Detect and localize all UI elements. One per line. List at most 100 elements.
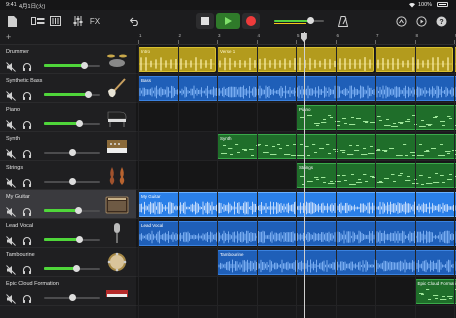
loop-browser-icon[interactable]: [394, 14, 408, 28]
garageband-window: 9:41 4月1日(火) 100% FX ? + Drummer Synthet…: [0, 0, 456, 318]
region-my-guitar[interactable]: My Guitar: [138, 192, 456, 217]
track-volume-slider[interactable]: [44, 91, 100, 98]
region-label: Epic Cloud Formation: [417, 281, 456, 286]
region-lead-vocal[interactable]: Lead Vocal: [138, 221, 456, 246]
track-volume-slider[interactable]: [44, 120, 100, 127]
track-header-my-guitar[interactable]: My Guitar: [0, 190, 136, 219]
song-settings-icon[interactable]: [414, 14, 428, 28]
track-volume-slider[interactable]: [44, 236, 100, 243]
bar-grid-line: [177, 44, 179, 318]
track-name: Synth: [6, 136, 21, 142]
mute-icon[interactable]: [6, 88, 16, 101]
mute-icon[interactable]: [6, 146, 16, 159]
mixer-icon[interactable]: [48, 14, 62, 28]
record-button[interactable]: [242, 13, 260, 29]
region-label: Verse 1: [220, 49, 236, 54]
ruler-bar-number: 8: [415, 33, 419, 38]
mute-icon[interactable]: [6, 291, 16, 304]
region-label: Intro: [141, 49, 151, 54]
grand-piano-icon[interactable]: [105, 106, 131, 130]
region-synthetic-bass[interactable]: Bass: [138, 76, 456, 101]
transport-controls: [196, 13, 266, 29]
track-header-drummer[interactable]: Drummer: [0, 45, 136, 74]
help-icon[interactable]: ?: [434, 14, 448, 28]
track-name: Drummer: [6, 49, 29, 55]
play-button[interactable]: [216, 13, 240, 29]
headphones-solo-icon[interactable]: [22, 59, 32, 71]
headphones-solo-icon[interactable]: [22, 117, 32, 129]
play-icon: [225, 17, 232, 25]
mute-icon[interactable]: [6, 262, 16, 275]
bar-grid-line: [217, 44, 218, 318]
stop-button[interactable]: [196, 13, 214, 29]
track-volume-slider[interactable]: [44, 149, 100, 156]
track-header-synthetic-bass[interactable]: Synthetic Bass: [0, 74, 136, 103]
track-header-piano[interactable]: Piano: [0, 103, 136, 132]
track-name: Synthetic Bass: [6, 78, 43, 84]
mute-icon[interactable]: [6, 175, 16, 188]
tracks-view-icon[interactable]: [30, 14, 46, 28]
master-volume-slider[interactable]: [274, 17, 324, 24]
strings-icon[interactable]: [105, 164, 131, 188]
mute-icon[interactable]: [6, 59, 16, 72]
track-header-synth[interactable]: Synth: [0, 132, 136, 161]
headphones-solo-icon[interactable]: [22, 204, 32, 216]
drummer-icon[interactable]: [105, 48, 131, 72]
headphones-solo-icon[interactable]: [22, 291, 32, 303]
headphones-solo-icon[interactable]: [22, 262, 32, 274]
region-strings[interactable]: Strings: [296, 163, 456, 188]
ruler-bar-number: 7: [376, 33, 379, 38]
track-header-strings[interactable]: Strings: [0, 161, 136, 190]
region-synth[interactable]: Synth: [217, 134, 456, 159]
region-tambourine[interactable]: Tambourine: [217, 250, 456, 275]
microphone-icon[interactable]: [105, 222, 131, 246]
region-label: Strings: [299, 165, 314, 170]
bar-grid-line: [375, 44, 376, 318]
track-header-epic-cloud-formation[interactable]: Epic Cloud Formation: [0, 277, 136, 306]
mute-icon[interactable]: [6, 233, 16, 246]
playhead[interactable]: [303, 32, 305, 318]
headphones-solo-icon[interactable]: [22, 175, 32, 187]
mute-icon[interactable]: [6, 204, 16, 217]
record-icon: [246, 16, 256, 26]
track-volume-slider[interactable]: [44, 265, 100, 272]
track-volume-slider[interactable]: [44, 207, 100, 214]
bar-grid-line: [335, 44, 337, 318]
track-volume-slider[interactable]: [44, 294, 100, 301]
track-name: Epic Cloud Formation: [6, 281, 59, 287]
ruler-bar-number: 4: [257, 33, 261, 38]
wifi-icon: [408, 1, 416, 10]
headphones-solo-icon[interactable]: [22, 233, 32, 245]
region-epic-cloud-formation[interactable]: Epic Cloud Formation: [414, 279, 456, 304]
track-volume-slider[interactable]: [44, 178, 100, 185]
fx-button[interactable]: FX: [88, 14, 102, 28]
undo-icon[interactable]: [128, 14, 142, 28]
track-name: Lead Vocal: [6, 223, 34, 229]
synthesizer-icon[interactable]: [105, 135, 131, 159]
track-name: Piano: [6, 107, 21, 113]
bass-guitar-icon[interactable]: [105, 77, 131, 101]
add-track-icon[interactable]: +: [6, 32, 11, 42]
tambourine-icon[interactable]: [105, 251, 131, 275]
guitar-amp-icon[interactable]: [105, 193, 131, 217]
track-header-tambourine[interactable]: Tambourine: [0, 248, 136, 277]
stop-icon: [201, 17, 209, 25]
region-label: My Guitar: [141, 194, 161, 199]
ruler-bar-number: 5: [297, 33, 300, 38]
track-volume-slider[interactable]: [44, 62, 100, 69]
track-header-lead-vocal[interactable]: Lead Vocal: [0, 219, 136, 248]
headphones-solo-icon[interactable]: [22, 88, 32, 100]
settings-sliders-icon[interactable]: [72, 14, 84, 28]
svg-text:?: ?: [439, 19, 443, 26]
metronome-icon[interactable]: [336, 14, 350, 28]
headphones-solo-icon[interactable]: [22, 146, 32, 158]
arrangement-area[interactable]: 12345678910111213 IntroVerse 1ChorusBass…: [136, 32, 456, 318]
status-date: 4月1日(火): [19, 4, 46, 10]
keyboard-icon[interactable]: [105, 280, 131, 304]
mute-icon[interactable]: [6, 117, 16, 130]
battery-percent: 100%: [418, 2, 433, 8]
status-bar: 9:41 4月1日(火) 100%: [0, 0, 456, 10]
region-piano[interactable]: Piano: [296, 105, 456, 130]
bar-grid-line: [256, 44, 258, 318]
my-songs-icon[interactable]: [6, 14, 18, 28]
